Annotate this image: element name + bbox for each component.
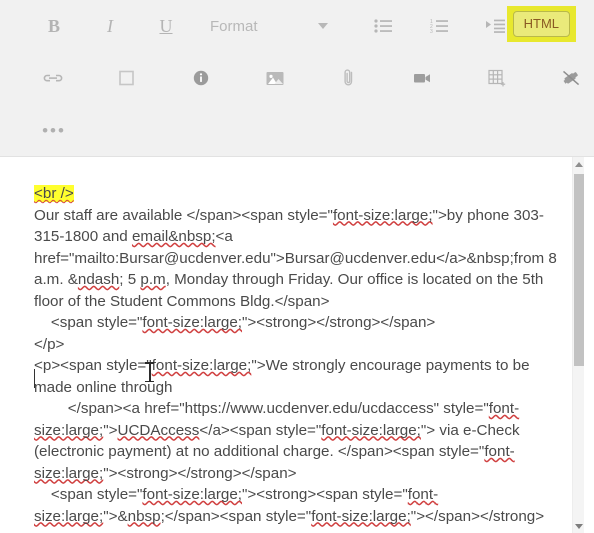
insert-link-button[interactable] [30, 58, 76, 98]
bold-label: B [47, 15, 60, 36]
image-icon [266, 71, 284, 85]
html-source-textarea[interactable]: <br /> Our staff are available </span><s… [0, 157, 573, 533]
triangle-down-icon [574, 523, 583, 529]
underline-button[interactable]: U [142, 6, 190, 46]
editor-toolbar: B I U Format 1 2 3 HTML ••• [0, 0, 594, 157]
editor-area: <br /> Our staff are available </span><s… [0, 157, 594, 533]
chevron-down-icon [318, 23, 328, 29]
insert-image-button[interactable] [252, 58, 298, 98]
toolbar-row-formatting: B I U Format 1 2 3 HTML [0, 0, 594, 52]
format-dropdown[interactable]: Format [198, 6, 334, 46]
insert-box-button[interactable] [104, 58, 150, 98]
numbered-list-icon: 1 2 3 [430, 19, 448, 34]
table-icon [488, 69, 506, 87]
highlighted-br-tag: <br /> [34, 185, 74, 202]
info-button[interactable] [178, 58, 224, 98]
toolbar-row-insert [0, 52, 594, 104]
more-options-button[interactable]: ••• [30, 110, 78, 150]
editor-source-data: Our staff are available </span><span sty… [34, 527, 35, 528]
editor-line: <span style="font-size:large;"><strong><… [34, 314, 436, 331]
bulleted-list-button[interactable] [360, 6, 408, 46]
eraser-icon [563, 70, 580, 86]
underline-label: U [159, 15, 173, 36]
insert-video-button[interactable] [400, 58, 446, 98]
bulleted-list-icon [374, 19, 392, 33]
scroll-up-arrow[interactable] [573, 158, 584, 170]
increase-indent-icon [486, 19, 505, 33]
triangle-up-icon [574, 161, 583, 167]
svg-text:3: 3 [430, 29, 433, 34]
editor-line: Our staff are available </span><span sty… [34, 206, 562, 310]
video-camera-icon [414, 74, 431, 83]
scroll-thumb[interactable] [574, 174, 584, 366]
format-dropdown-label: Format [210, 17, 258, 35]
html-source-button[interactable]: HTML [512, 11, 570, 38]
html-button-highlight: HTML [506, 6, 576, 43]
info-icon [193, 70, 209, 86]
paperclip-icon [344, 69, 353, 86]
toolbar-row-more: ••• [0, 104, 594, 156]
editor-content[interactable]: <br /> Our staff are available </span><s… [34, 183, 559, 527]
editor-right-gutter [584, 157, 594, 533]
square-icon [119, 70, 134, 86]
editor-line: <span style="font-size:large;"><strong><… [34, 486, 545, 525]
editor-line: </span><a href="https://www.ucdenver.edu… [34, 400, 524, 482]
editor-vertical-scrollbar[interactable] [572, 157, 584, 533]
italic-button[interactable]: I [86, 6, 134, 46]
numbered-list-button[interactable]: 1 2 3 [416, 6, 464, 46]
scroll-down-arrow[interactable] [573, 520, 584, 532]
italic-label: I [107, 15, 113, 36]
text-cursor [34, 369, 35, 388]
rich-text-editor-window: B I U Format 1 2 3 HTML ••• <br /> Our s… [0, 0, 594, 533]
link-icon [43, 74, 63, 82]
ellipsis-icon: ••• [42, 120, 66, 140]
attach-file-button[interactable] [326, 58, 372, 98]
insert-table-button[interactable] [474, 58, 520, 98]
editor-line: <p><span style="font-size:large;">We str… [34, 357, 534, 396]
bold-button[interactable]: B [30, 6, 78, 46]
editor-line: </p> [34, 335, 65, 353]
remove-formatting-button[interactable] [548, 58, 594, 98]
